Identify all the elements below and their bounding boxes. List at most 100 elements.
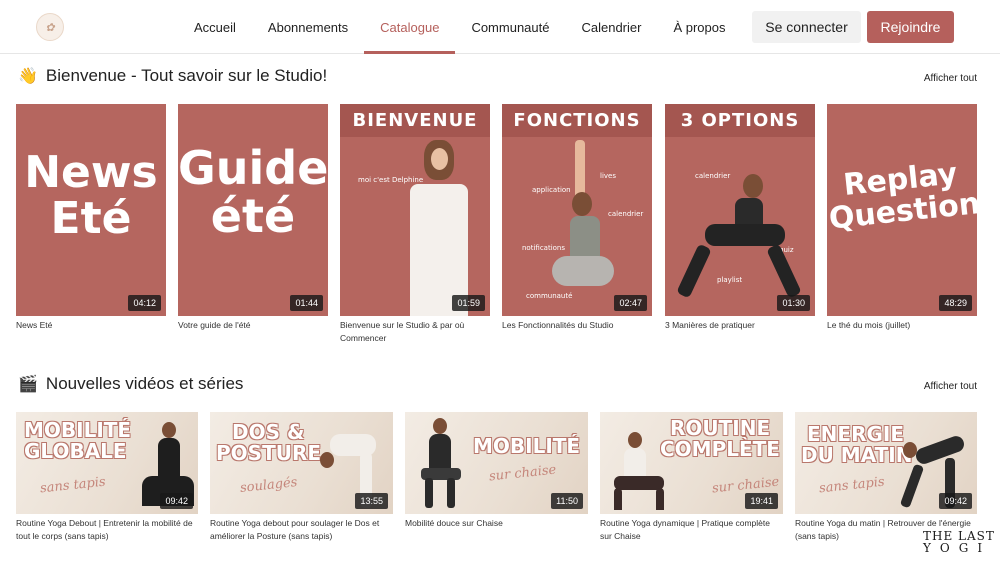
thumbnail-banner: FONCTIONS [502,104,652,137]
video-thumbnail[interactable]: News Eté 04:12 [16,104,166,316]
section-new-videos-title: 🎬 Nouvelles vidéos et séries [18,374,243,394]
site-header: ✿ Accueil Abonnements Catalogue Communau… [0,0,1000,54]
video-card[interactable]: FONCTIONS application lives calendrier n… [502,104,652,332]
video-caption[interactable]: Les Fonctionnalités du Studio [502,319,652,332]
thumbnail-title: ROUTINE COMPLÈTE [660,418,780,460]
duration-badge: 11:50 [551,493,583,509]
video-card[interactable]: BIENVENUE moi c'est Delphine 01:59 Bienv… [340,104,490,345]
duration-badge: 02:47 [614,295,647,311]
thumbnail-text-line: Eté [50,193,132,245]
thumbnail-text: News Eté [16,147,166,245]
thumbnail-title-line: DOS & [232,420,305,444]
nav-a-propos[interactable]: À propos [657,0,741,54]
thumbnail-note: moi c'est Delphine [358,176,424,184]
video-card[interactable]: DOS & POSTURE soulagés 13:55 Routine Yog… [210,412,393,543]
thumbnail-title: MOBILITÉ [473,436,580,457]
thumbnail-title-line: ROUTINE [670,416,771,440]
video-thumbnail[interactable]: ROUTINE COMPLÈTE sur chaise 19:41 [600,412,783,514]
duration-badge: 48:29 [939,295,972,311]
thumbnail-text-line: News [24,147,158,198]
duration-badge: 01:59 [452,295,485,311]
thumbnail-subtitle: sans tapis [39,474,107,497]
duration-badge: 01:44 [290,295,323,311]
video-caption[interactable]: Le thé du mois (juillet) [827,319,977,332]
video-caption[interactable]: Routine Yoga Debout | Entretenir la mobi… [16,517,198,543]
thumbnail-subtitle: soulagés [239,475,299,496]
nav-accueil[interactable]: Accueil [178,0,252,54]
watermark-line: YOGI [923,541,992,555]
video-thumbnail[interactable]: BIENVENUE moi c'est Delphine 01:59 [340,104,490,316]
video-caption[interactable]: News Eté [16,319,166,332]
video-card[interactable]: News Eté 04:12 News Eté [16,104,166,332]
thumbnail-title: MOBILITÉ GLOBALE [24,420,131,462]
thumbnail-title-line: MOBILITÉ [473,434,581,458]
studio-logo[interactable]: ✿ [36,13,64,41]
main-nav: Accueil Abonnements Catalogue Communauté… [178,0,742,54]
thumbnail-text-line: Guide [178,141,328,195]
thumbnail-title-line: ENERGIE [807,422,904,446]
login-button[interactable]: Se connecter [752,11,861,43]
video-thumbnail[interactable]: Replay Questions 48:29 [827,104,977,316]
thumbnail-text-line: été [210,189,296,244]
video-thumbnail[interactable]: ENERGIE DU MATIN sans tapis 09:42 [795,412,977,514]
nav-catalogue[interactable]: Catalogue [364,0,456,54]
thumbnail-subtitle: sur chaise [488,462,557,485]
duration-badge: 04:12 [128,295,161,311]
thumbnail-text: Replay Questions [827,156,977,236]
thumbnail-subtitle: sans tapis [818,474,886,497]
thumbnail-banner: BIENVENUE [340,104,490,137]
video-thumbnail[interactable]: DOS & POSTURE soulagés 13:55 [210,412,393,514]
thumbnail-note: playlist [717,276,743,284]
duration-badge: 19:41 [745,493,778,509]
see-all-new-videos-link[interactable]: Afficher tout [924,381,977,392]
video-card[interactable]: 3 OPTIONS calendrier quiz playlist 01:30… [665,104,815,332]
duration-badge: 13:55 [355,493,388,509]
video-caption[interactable]: 3 Manières de pratiquer [665,319,815,332]
thumbnail-note: application [532,186,571,194]
thumbnail-title-line: GLOBALE [24,439,127,463]
video-card[interactable]: Guide été 01:44 Votre guide de l'été [178,104,328,332]
duration-badge: 09:42 [939,493,972,509]
thumbnail-note: notifications [522,244,566,252]
duration-badge: 01:30 [777,295,810,311]
clapperboard-icon: 🎬 [18,376,38,393]
thumbnail-title-line: COMPLÈTE [660,437,780,461]
thumbnail-note: calendrier [695,172,731,180]
video-caption[interactable]: Votre guide de l'été [178,319,328,332]
thumbnail-title: ENERGIE DU MATIN [801,424,912,466]
duration-badge: 09:42 [160,493,193,509]
thumbnail-banner: 3 OPTIONS [665,104,815,137]
video-caption[interactable]: Mobilité douce sur Chaise [405,517,588,530]
video-card[interactable]: ENERGIE DU MATIN sans tapis 09:42 Routin… [795,412,977,543]
thumbnail-title-line: DU MATIN [801,443,913,467]
video-caption[interactable]: Routine Yoga debout pour soulager le Dos… [210,517,393,543]
section-welcome-title: 👋 Bienvenue - Tout savoir sur le Studio! [18,66,327,86]
waving-hand-icon: 👋 [18,68,38,85]
join-button[interactable]: Rejoindre [867,11,954,43]
video-caption[interactable]: Routine Yoga dynamique | Pratique complè… [600,517,783,543]
video-card[interactable]: Replay Questions 48:29 Le thé du mois (j… [827,104,977,332]
video-card[interactable]: ROUTINE COMPLÈTE sur chaise 19:41 Routin… [600,412,783,543]
nav-calendrier[interactable]: Calendrier [565,0,657,54]
section-title-text: Bienvenue - Tout savoir sur le Studio! [45,66,328,85]
thumbnail-title-line: MOBILITÉ [24,418,132,442]
video-thumbnail[interactable]: 3 OPTIONS calendrier quiz playlist 01:30 [665,104,815,316]
thumbnail-note: calendrier [608,210,644,218]
thumbnail-text: Guide été [178,144,328,241]
thumbnail-title: DOS & POSTURE [216,422,321,464]
nav-communaute[interactable]: Communauté [455,0,565,54]
thumbnail-note: lives [600,172,616,180]
video-thumbnail[interactable]: Guide été 01:44 [178,104,328,316]
nav-abonnements[interactable]: Abonnements [252,0,364,54]
watermark-logo: THE LAST YOGI [923,530,995,554]
see-all-welcome-link[interactable]: Afficher tout [924,73,977,84]
video-card[interactable]: MOBILITÉ sur chaise 11:50 Mobilité douce… [405,412,588,530]
video-thumbnail[interactable]: MOBILITÉ GLOBALE sans tapis 09:42 [16,412,198,514]
section-title-text: Nouvelles vidéos et séries [45,374,244,393]
thumbnail-title-line: POSTURE [216,441,322,465]
video-card[interactable]: MOBILITÉ GLOBALE sans tapis 09:42 Routin… [16,412,198,543]
thumbnail-note: communauté [526,292,573,300]
video-thumbnail[interactable]: FONCTIONS application lives calendrier n… [502,104,652,316]
video-caption[interactable]: Bienvenue sur le Studio & par où Commenc… [340,319,490,345]
video-thumbnail[interactable]: MOBILITÉ sur chaise 11:50 [405,412,588,514]
